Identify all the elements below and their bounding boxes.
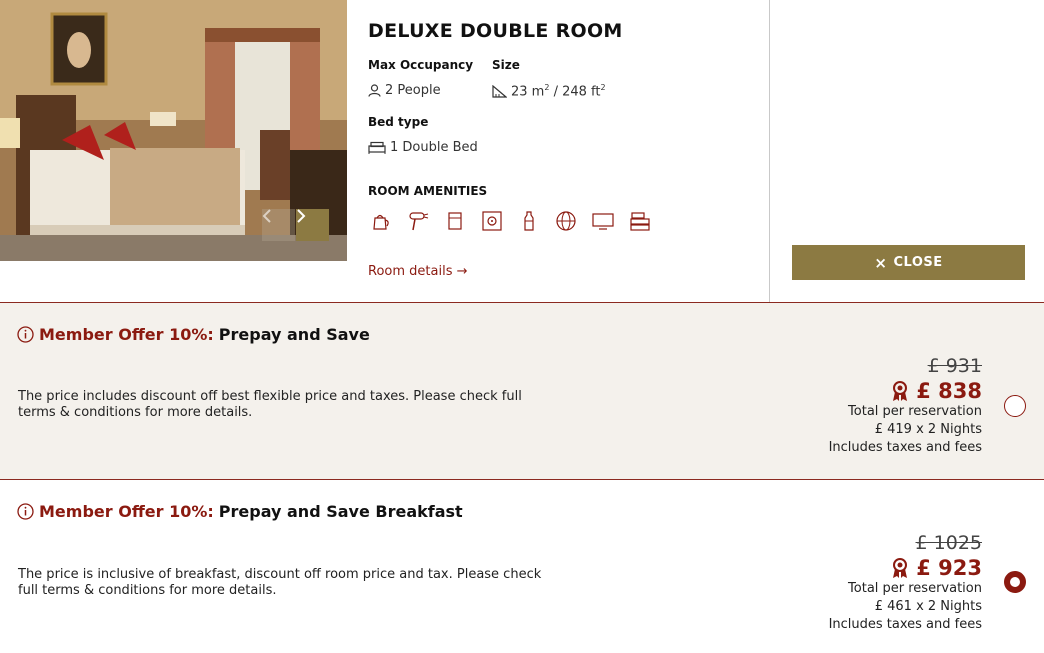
member-price-value: £ 838 xyxy=(916,379,982,403)
amenities-list xyxy=(368,208,652,233)
bed-type-text: 1 Double Bed xyxy=(390,140,478,155)
room-photo[interactable] xyxy=(0,0,347,261)
price-block: £ 931 £ 838 Total per reservation £ 419 … xyxy=(829,355,982,457)
chevron-left-icon xyxy=(262,209,271,223)
room-details-link[interactable]: Room details → xyxy=(368,264,468,279)
award-ribbon-icon xyxy=(893,380,908,401)
member-offer-label: Member Offer 10%: xyxy=(39,502,214,521)
nightly-price: £ 419 x 2 Nights xyxy=(874,422,982,437)
room-info: DELUXE DOUBLE ROOM Max Occupancy 2 Peopl… xyxy=(368,0,768,302)
taxes-note: Includes taxes and fees xyxy=(828,440,982,455)
bed-icon xyxy=(368,141,386,154)
info-icon xyxy=(17,503,34,520)
offer-title: Member Offer 10%: Prepay and Save Breakf… xyxy=(17,502,463,521)
member-price: £ 838 xyxy=(829,379,982,403)
rate-radio-button[interactable] xyxy=(1004,395,1026,417)
size-label: Size xyxy=(492,58,520,72)
rate-radio-button-selected[interactable] xyxy=(1004,571,1026,593)
kettle-icon[interactable] xyxy=(368,208,393,233)
old-price: £ 931 xyxy=(927,355,982,377)
hairdryer-icon[interactable] xyxy=(405,208,430,233)
size-exp-2: 2 xyxy=(600,83,606,92)
person-icon xyxy=(368,84,381,97)
photo-prev-button[interactable] xyxy=(262,209,295,241)
offer-title: Member Offer 10%: Prepay and Save xyxy=(17,325,370,344)
close-label: CLOSE xyxy=(893,255,943,270)
photo-next-button[interactable] xyxy=(296,209,329,241)
safe-icon[interactable] xyxy=(479,208,504,233)
plan-name: Prepay and Save Breakfast xyxy=(218,502,463,521)
old-price: £ 1025 xyxy=(915,532,982,554)
water-bottle-icon[interactable] xyxy=(516,208,541,233)
member-price: £ 923 xyxy=(829,556,982,580)
taxes-note: Includes taxes and fees xyxy=(828,617,982,632)
total-label: Total per reservation xyxy=(848,404,982,419)
size-value: 23 m2 / 248 ft2 xyxy=(492,83,606,99)
info-icon xyxy=(17,326,34,343)
occupancy-value: 2 People xyxy=(368,83,441,98)
size-m: 23 m xyxy=(511,84,545,100)
plan-name: Prepay and Save xyxy=(218,325,370,344)
rate-option-prepay-save[interactable]: Member Offer 10%: Prepay and Save The pr… xyxy=(0,302,1044,479)
size-text: 23 m2 / 248 ft2 xyxy=(511,83,606,99)
tv-icon[interactable] xyxy=(590,208,615,233)
close-icon: × xyxy=(874,253,888,272)
minibar-icon[interactable] xyxy=(442,208,467,233)
member-offer-label: Member Offer 10%: xyxy=(39,325,214,344)
nightly-price: £ 461 x 2 Nights xyxy=(874,599,982,614)
award-ribbon-icon xyxy=(893,557,908,578)
offer-description: The price is inclusive of breakfast, dis… xyxy=(18,567,542,598)
price-block: £ 1025 £ 923 Total per reservation £ 461… xyxy=(829,532,982,634)
total-label: Total per reservation xyxy=(848,581,982,596)
chevron-right-icon xyxy=(297,209,306,223)
size-ft: / 248 ft xyxy=(549,84,601,100)
room-title: DELUXE DOUBLE ROOM xyxy=(368,20,623,42)
ruler-triangle-icon xyxy=(492,84,507,98)
vertical-divider xyxy=(769,0,770,302)
occupancy-label: Max Occupancy xyxy=(368,58,474,72)
occupancy-text: 2 People xyxy=(385,83,441,98)
linen-icon[interactable] xyxy=(627,208,652,233)
bed-type-label: Bed type xyxy=(368,115,429,129)
internet-icon[interactable] xyxy=(553,208,578,233)
bed-type-value: 1 Double Bed xyxy=(368,140,478,155)
member-price-value: £ 923 xyxy=(916,556,982,580)
amenities-label: ROOM AMENITIES xyxy=(368,184,488,198)
offer-description: The price includes discount off best fle… xyxy=(18,389,522,420)
rate-option-prepay-save-breakfast[interactable]: Member Offer 10%: Prepay and Save Breakf… xyxy=(0,479,1044,653)
close-button[interactable]: × CLOSE xyxy=(792,245,1025,280)
room-panel: DELUXE DOUBLE ROOM Max Occupancy 2 Peopl… xyxy=(0,0,1044,302)
